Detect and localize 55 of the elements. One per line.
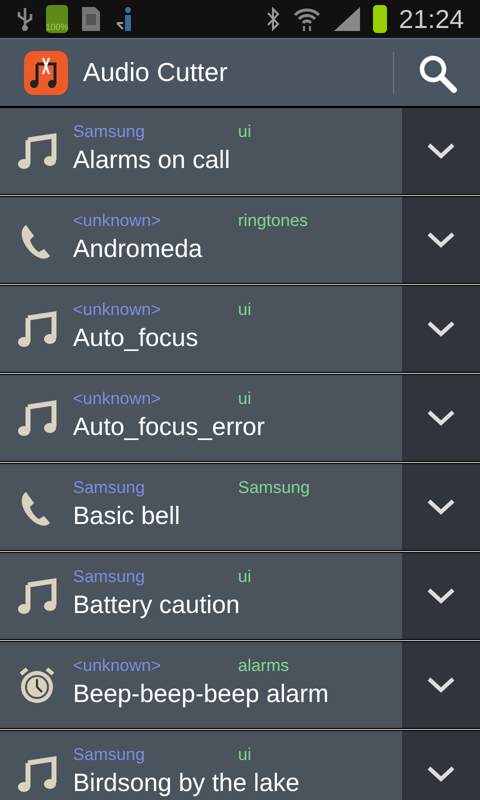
- chevron-down-icon: [426, 409, 456, 427]
- category-label: Samsung: [238, 478, 310, 498]
- clock: 21:24: [398, 6, 464, 32]
- music-note-icon: [16, 575, 58, 617]
- chevron-down-icon: [426, 676, 456, 694]
- category-label: ui: [238, 567, 252, 587]
- sound-row[interactable]: <unknown> ringtones Andromeda: [0, 197, 480, 283]
- category-label: ui: [238, 745, 252, 765]
- sound-row[interactable]: <unknown> ui Auto_focus_error: [0, 375, 480, 461]
- sound-row[interactable]: <unknown> ui Auto_focus: [0, 286, 480, 372]
- chevron-down-icon: [426, 231, 456, 249]
- category-label: ui: [238, 300, 252, 320]
- artist-label: Samsung: [73, 567, 146, 587]
- artist-label: <unknown>: [73, 389, 162, 409]
- scissors-note-icon: [23, 50, 69, 96]
- sound-row[interactable]: Samsung Samsung Basic bell: [0, 464, 480, 550]
- artist-label: Samsung: [73, 122, 146, 142]
- sim-card-icon: [80, 5, 102, 33]
- chevron-down-icon: [426, 320, 456, 338]
- sound-title: Auto_focus: [73, 323, 200, 354]
- artist-label: Samsung: [73, 478, 146, 498]
- battery-icon: [372, 5, 387, 33]
- chevron-down-icon: [426, 142, 456, 160]
- music-note-icon: [16, 130, 58, 172]
- usb-icon: [16, 6, 34, 32]
- sound-title: Alarms on call: [73, 145, 231, 176]
- sound-row[interactable]: Samsung ui Birdsong by the lake: [0, 731, 480, 800]
- app-title: Audio Cutter: [83, 56, 229, 89]
- sound-title: Auto_focus_error: [73, 412, 266, 443]
- chevron-down-icon: [426, 498, 456, 516]
- music-note-icon: [16, 397, 58, 439]
- artist-label: <unknown>: [73, 300, 162, 320]
- artist-label: <unknown>: [73, 211, 162, 231]
- sound-row[interactable]: Samsung ui Alarms on call: [0, 108, 480, 194]
- sound-title: Andromeda: [73, 234, 204, 265]
- bluetooth-icon: [264, 6, 281, 32]
- expand-button[interactable]: [402, 731, 480, 800]
- sound-title: Basic bell: [73, 501, 181, 532]
- category-label: ui: [238, 122, 252, 142]
- category-label: alarms: [238, 656, 290, 676]
- sound-title: Birdsong by the lake: [73, 768, 301, 799]
- sound-row[interactable]: Samsung ui Battery caution: [0, 553, 480, 639]
- signal-icon: [332, 6, 361, 32]
- sound-title: Beep-beep-beep alarm: [73, 679, 330, 710]
- artist-label: Samsung: [73, 745, 146, 765]
- music-note-icon: [16, 308, 58, 350]
- music-note-icon: [16, 753, 58, 795]
- artist-label: <unknown>: [73, 656, 162, 676]
- category-label: ringtones: [238, 211, 308, 231]
- category-label: ui: [238, 389, 252, 409]
- sound-title: Battery caution: [73, 590, 241, 621]
- chevron-down-icon: [426, 587, 456, 605]
- wifi-icon: [292, 6, 321, 32]
- sound-row[interactable]: <unknown> alarms Beep-beep-beep alarm: [0, 642, 480, 728]
- chevron-down-icon: [426, 765, 456, 783]
